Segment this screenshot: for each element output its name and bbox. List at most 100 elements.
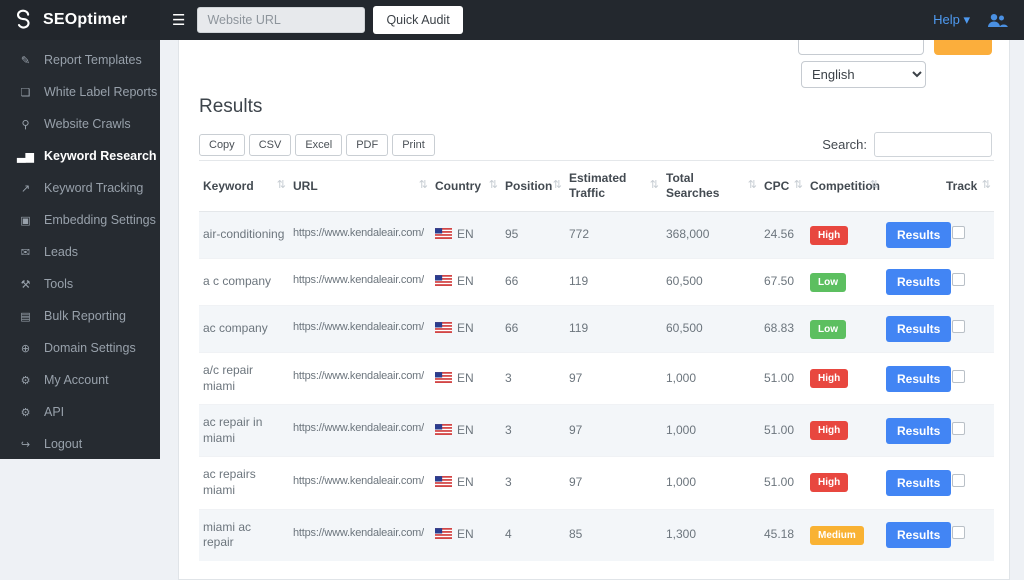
country-cell: EN (431, 509, 501, 561)
sidebar-item-label: Bulk Reporting (44, 309, 126, 323)
sidebar-item-leads[interactable]: ✉ Leads (0, 236, 160, 268)
export-copy-button[interactable]: Copy (199, 134, 245, 156)
position-cell: 3 (501, 353, 565, 405)
partial-top-input[interactable] (798, 40, 924, 55)
column-header-cpc[interactable]: CPC⇅ (760, 161, 806, 212)
sidebar-item-keyword-tracking[interactable]: ↗ Keyword Tracking (0, 172, 160, 204)
domain-settings-icon: ⊕ (17, 342, 34, 355)
estimated-traffic-cell: 772 (565, 212, 662, 259)
position-cell: 95 (501, 212, 565, 259)
column-header-estimated-traffic[interactable]: Estimated Traffic⇅ (565, 161, 662, 212)
results-button[interactable]: Results (886, 522, 951, 548)
sidebar-item-logout[interactable]: ↪ Logout (0, 428, 160, 460)
results-button[interactable]: Results (886, 418, 951, 444)
help-link[interactable]: Help ▾ (933, 12, 970, 28)
sidebar-item-label: Leads (44, 245, 78, 259)
topbar-right: Help ▾ (933, 12, 1008, 28)
sidebar-item-white-label-reports[interactable]: ❏ White Label Reports (0, 76, 160, 108)
sidebar-item-my-account[interactable]: ⚙ My Account (0, 364, 160, 396)
column-header-keyword[interactable]: Keyword⇅ (199, 161, 289, 212)
track-cell (942, 457, 994, 509)
export-excel-button[interactable]: Excel (295, 134, 342, 156)
partial-submit-button[interactable] (934, 40, 992, 55)
export-pdf-button[interactable]: PDF (346, 134, 388, 156)
export-csv-button[interactable]: CSV (249, 134, 292, 156)
keyword-tracking-icon: ↗ (17, 182, 34, 195)
track-cell (942, 405, 994, 457)
sidebar-item-label: Keyword Research (44, 149, 157, 163)
column-header-track[interactable]: Track⇅ (942, 161, 994, 212)
keyword-cell: ac repair in miami (199, 405, 289, 457)
track-checkbox[interactable] (952, 226, 965, 239)
track-cell (942, 212, 994, 259)
track-checkbox[interactable] (952, 370, 965, 383)
search-box: Search: (822, 132, 992, 157)
results-cell: Results (882, 509, 942, 561)
total-searches-cell: 60,500 (662, 306, 760, 353)
competition-cell: Low (806, 259, 882, 306)
results-cell: Results (882, 457, 942, 509)
estimated-traffic-cell: 119 (565, 259, 662, 306)
results-button[interactable]: Results (886, 269, 951, 295)
results-cell: Results (882, 353, 942, 405)
results-cell: Results (882, 306, 942, 353)
track-checkbox[interactable] (952, 320, 965, 333)
track-checkbox[interactable] (952, 273, 965, 286)
track-checkbox[interactable] (952, 526, 965, 539)
white-label-reports-icon: ❏ (17, 86, 34, 99)
sidebar-item-website-crawls[interactable]: ⚲ Website Crawls (0, 108, 160, 140)
results-button[interactable]: Results (886, 470, 951, 496)
results-button[interactable]: Results (886, 316, 951, 342)
country-cell: EN (431, 405, 501, 457)
url-cell: https://www.kendaleair.com/ (289, 353, 431, 405)
results-button[interactable]: Results (886, 366, 951, 392)
track-cell (942, 306, 994, 353)
sort-icon: ⇅ (870, 179, 879, 193)
url-cell: https://www.kendaleair.com/ (289, 509, 431, 561)
total-searches-cell: 368,000 (662, 212, 760, 259)
us-flag-icon (435, 228, 452, 239)
my-account-icon: ⚙ (17, 374, 34, 387)
website-url-input[interactable] (197, 7, 365, 33)
language-select[interactable]: English (801, 61, 926, 88)
sort-icon: ⇅ (419, 179, 428, 193)
export-print-button[interactable]: Print (392, 134, 435, 156)
users-icon[interactable] (986, 13, 1008, 28)
track-cell (942, 259, 994, 306)
search-input[interactable] (874, 132, 992, 157)
main-content: English Results CopyCSVExcelPDFPrint Sea… (160, 40, 1024, 459)
sidebar-item-keyword-research[interactable]: ▃▆ Keyword Research (0, 140, 160, 172)
column-header-competition[interactable]: Competition⇅ (806, 161, 882, 212)
sidebar-item-bulk-reporting[interactable]: ▤ Bulk Reporting (0, 300, 160, 332)
sidebar-item-report-templates[interactable]: ✎ Report Templates (0, 44, 160, 76)
position-cell: 4 (501, 509, 565, 561)
column-header-position[interactable]: Position⇅ (501, 161, 565, 212)
column-header-country[interactable]: Country⇅ (431, 161, 501, 212)
country-cell: EN (431, 212, 501, 259)
table-row: ac repairs miami https://www.kendaleair.… (199, 457, 994, 509)
sidebar-item-domain-settings[interactable]: ⊕ Domain Settings (0, 332, 160, 364)
sidebar-item-label: Embedding Settings (44, 213, 156, 227)
brand-logo[interactable]: SEOptimer (0, 0, 160, 40)
track-checkbox[interactable] (952, 474, 965, 487)
sidebar-item-label: Website Crawls (44, 117, 131, 131)
keyword-cell: ac repairs miami (199, 457, 289, 509)
sort-icon: ⇅ (794, 179, 803, 193)
table-row: air-conditioning https://www.kendaleair.… (199, 212, 994, 259)
cpc-cell: 51.00 (760, 405, 806, 457)
results-button[interactable]: Results (886, 222, 951, 248)
track-checkbox[interactable] (952, 422, 965, 435)
position-cell: 3 (501, 405, 565, 457)
logout-icon: ↪ (17, 438, 34, 451)
quick-audit-button[interactable]: Quick Audit (373, 6, 462, 34)
sidebar-item-tools[interactable]: ⚒ Tools (0, 268, 160, 300)
sidebar-item-embedding-settings[interactable]: ▣ Embedding Settings (0, 204, 160, 236)
url-cell: https://www.kendaleair.com/ (289, 457, 431, 509)
hamburger-menu-icon[interactable]: ☰ (172, 11, 185, 29)
us-flag-icon (435, 372, 452, 383)
column-header-url[interactable]: URL⇅ (289, 161, 431, 212)
website-crawls-icon: ⚲ (17, 118, 34, 131)
sidebar-item-api[interactable]: ⚙ API (0, 396, 160, 428)
estimated-traffic-cell: 119 (565, 306, 662, 353)
column-header-total-searches[interactable]: Total Searches⇅ (662, 161, 760, 212)
